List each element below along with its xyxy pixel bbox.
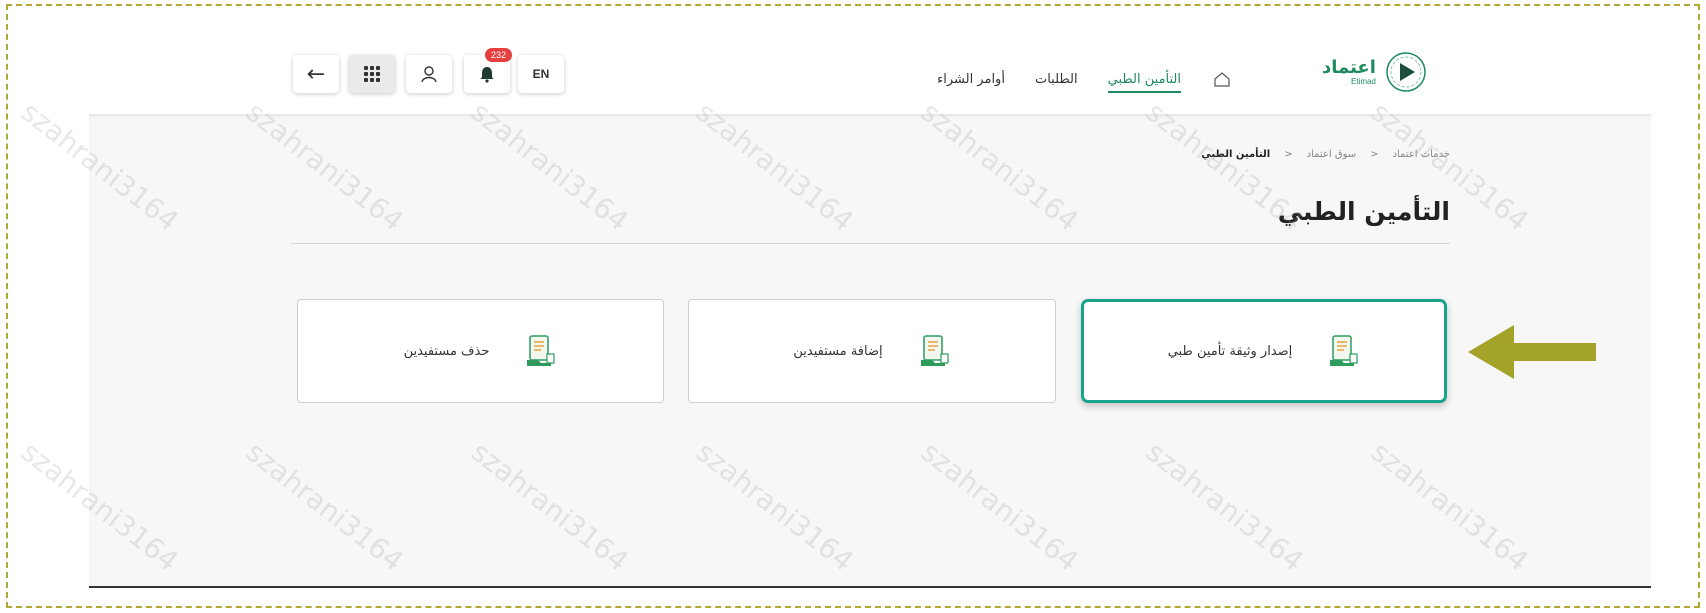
nav-link-medical-insurance[interactable]: التأمين الطبي xyxy=(1107,72,1182,93)
breadcrumb-item-etimad-services[interactable]: خدمات اعتماد xyxy=(1393,149,1450,160)
home-icon xyxy=(1214,72,1230,87)
document-icon xyxy=(920,335,949,366)
etimad-logo-icon xyxy=(1386,52,1426,92)
card-add-beneficiaries[interactable]: إضافة مستفيدين xyxy=(688,299,1056,403)
card-label: إصدار وثيقة تأمين طبي xyxy=(1167,343,1293,359)
breadcrumb-separator: > xyxy=(1370,149,1379,160)
apps-menu-button[interactable] xyxy=(349,55,395,93)
logo-english-text: Etimad xyxy=(1350,77,1376,87)
annotation-arrow-icon xyxy=(1468,325,1596,379)
card-delete-beneficiaries[interactable]: حذف مستفيدين xyxy=(297,299,664,403)
home-link[interactable] xyxy=(1211,70,1233,88)
breadcrumb-item-etimad-market[interactable]: سوق اعتماد xyxy=(1307,149,1357,160)
card-issue-medical-insurance-policy[interactable]: إصدار وثيقة تأمين طبي xyxy=(1081,299,1447,403)
breadcrumb: خدمات اعتماد > سوق اعتماد > التأمين الطب… xyxy=(1201,149,1450,160)
card-label: حذف مستفيدين xyxy=(403,343,490,359)
main-nav: التأمين الطبي الطلبات أوامر الشراء xyxy=(937,70,1233,93)
breadcrumb-separator: > xyxy=(1284,149,1293,160)
breadcrumb-item-current: التأمين الطبي xyxy=(1201,149,1271,160)
document-icon xyxy=(1330,335,1358,366)
title-divider xyxy=(291,243,1450,244)
user-icon xyxy=(421,66,437,83)
notification-badge: 232 xyxy=(485,48,513,62)
etimad-logo[interactable]: اعتماد Etimad xyxy=(1322,50,1428,94)
nav-link-purchase-orders[interactable]: أوامر الشراء xyxy=(937,72,1005,87)
logo-arabic-text: اعتماد xyxy=(1322,56,1376,78)
top-navigation-bar: ← 232 EN التأمين الطبي الطلبات أوامر الش… xyxy=(0,0,1706,112)
bell-icon xyxy=(480,67,494,83)
user-profile-button[interactable] xyxy=(406,55,452,93)
apps-grid-icon xyxy=(364,66,380,82)
card-label: إضافة مستفيدين xyxy=(793,343,883,359)
language-toggle-button[interactable]: EN xyxy=(518,55,564,93)
nav-link-requests[interactable]: الطلبات xyxy=(1035,72,1078,87)
document-icon xyxy=(527,335,555,366)
page-title: التأمين الطبي xyxy=(1277,197,1450,226)
back-button[interactable]: ← xyxy=(293,55,339,93)
arrow-left-icon: ← xyxy=(306,61,326,87)
